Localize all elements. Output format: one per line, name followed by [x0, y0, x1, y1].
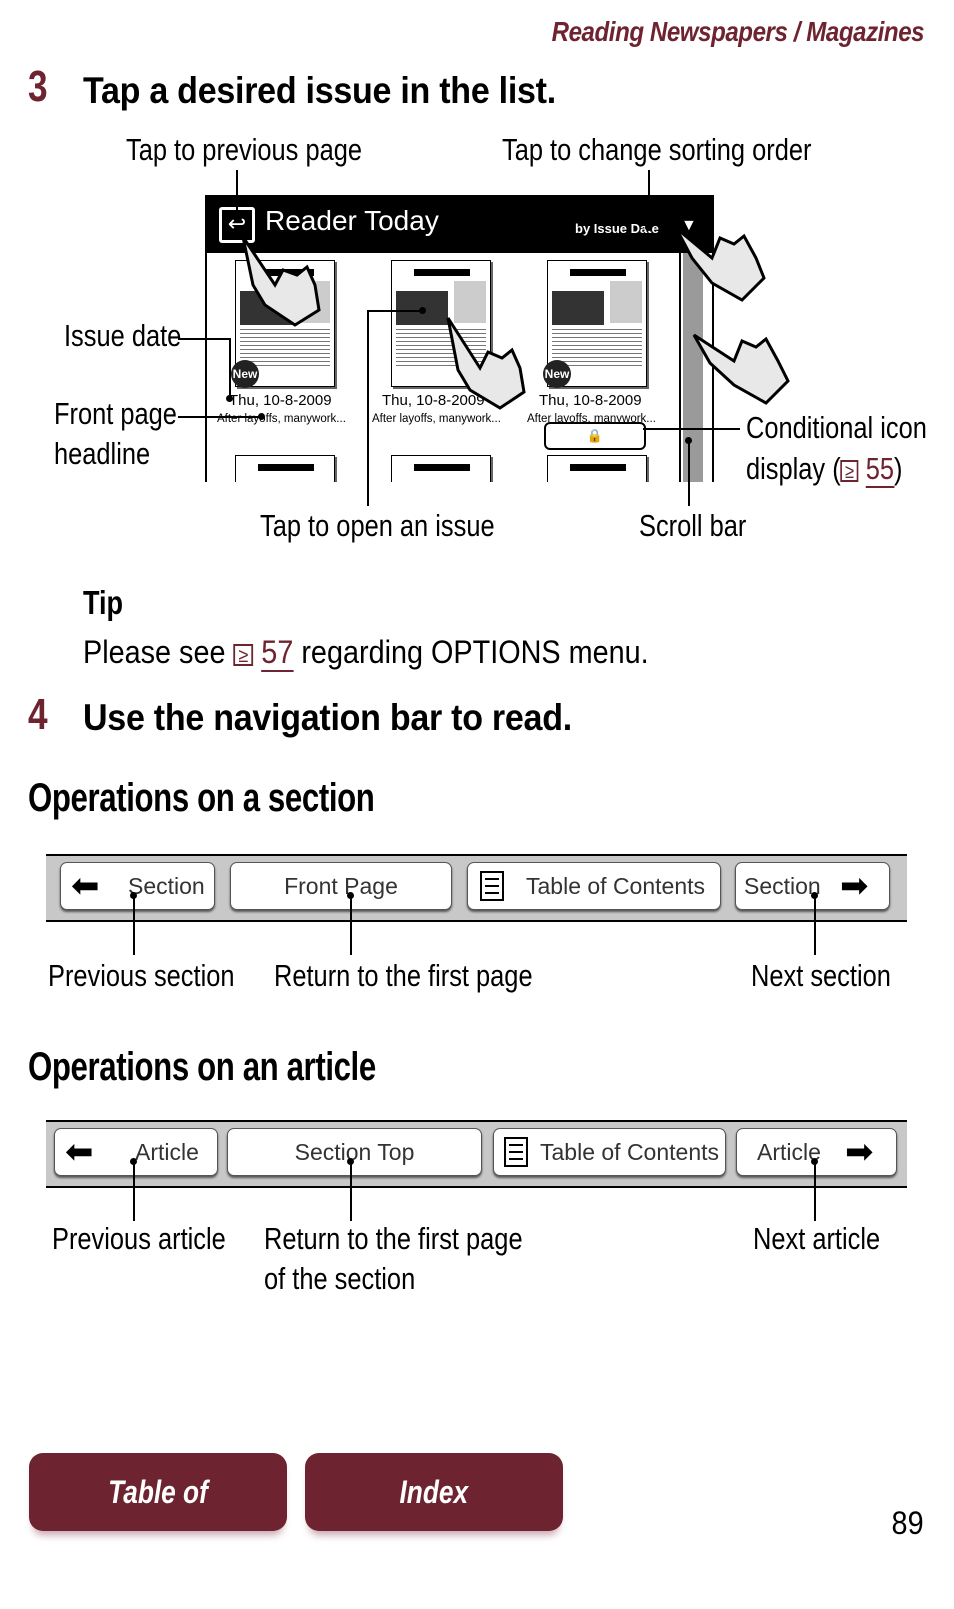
previous-section-button[interactable]: ⬅ Section	[60, 862, 215, 910]
callout-previous-article: Previous article	[52, 1221, 226, 1256]
hand-pointer-icon	[241, 236, 321, 327]
issue-headline: After layoffs, manywork...	[217, 413, 346, 425]
table-of-contents-button[interactable]: Table of Contents	[467, 862, 721, 910]
section-top-button[interactable]: Section Top	[227, 1128, 482, 1176]
arrow-right-icon: ➡	[840, 867, 869, 905]
callout-previous-page: Tap to previous page	[126, 132, 363, 167]
new-badge: New	[231, 360, 259, 388]
conditional-icon-display: 🔒	[544, 422, 646, 450]
index-link[interactable]: Index	[305, 1453, 563, 1531]
callout-conditional-display: display (≥ 55)	[746, 451, 903, 488]
tip-label: Tip	[83, 584, 124, 621]
issue-thumbnail[interactable]	[547, 455, 647, 482]
callout-front-page: Front page	[54, 396, 177, 431]
issue-thumbnail[interactable]	[391, 455, 491, 482]
new-badge: New	[543, 360, 571, 388]
table-of-contents-link[interactable]: Table of Contents	[29, 1453, 287, 1588]
callout-return-first-page: Return to the first page	[274, 958, 533, 993]
reference-icon: ≥	[233, 643, 254, 666]
table-of-contents-button[interactable]: Table of Contents	[493, 1128, 726, 1176]
callout-next-article: Next article	[753, 1221, 881, 1256]
callout-conditional-icon: Conditional icon	[746, 410, 927, 445]
callout-open-issue: Tap to open an issue	[260, 508, 495, 543]
callout-of-section: of the section	[264, 1261, 416, 1296]
callout-issue-date: Issue date	[64, 318, 182, 353]
issue-thumbnail[interactable]	[235, 455, 335, 482]
front-page-button[interactable]: Front Page	[230, 862, 452, 910]
step-title: Use the navigation bar to read.	[83, 697, 572, 738]
step-number: 4	[28, 690, 48, 739]
issue-date: Thu, 10-8-2009	[539, 392, 642, 409]
callout-sorting-order: Tap to change sorting order	[502, 132, 812, 167]
previous-article-button[interactable]: ⬅ Article	[54, 1128, 218, 1176]
arrow-right-icon: ➡	[845, 1133, 874, 1171]
chapter-title: Reading Newspapers / Magazines	[551, 16, 924, 47]
callout-next-section: Next section	[751, 958, 891, 993]
callout-previous-section: Previous section	[48, 958, 235, 993]
next-article-button[interactable]: Article ➡	[736, 1128, 897, 1176]
section-heading: Operations on a section	[28, 776, 375, 820]
arrow-left-icon: ⬅	[65, 1133, 94, 1171]
hand-pointer-icon	[692, 333, 790, 405]
issue-date: Thu, 10-8-2009	[229, 392, 332, 409]
callout-scroll-bar: Scroll bar	[639, 508, 747, 543]
article-navigation-bar: ⬅ Article Section Top Table of Contents …	[46, 1120, 907, 1188]
list-icon	[480, 871, 504, 901]
arrow-left-icon: ⬅	[71, 867, 100, 905]
list-icon	[504, 1137, 528, 1167]
section-navigation-bar: ⬅ Section Front Page Table of Contents S…	[46, 854, 907, 922]
hand-pointer-icon	[674, 226, 766, 302]
tip-text: Please see ≥ 57 regarding OPTIONS menu.	[83, 634, 649, 672]
step-title: Tap a desired issue in the list.	[83, 70, 556, 111]
page-link-55[interactable]: 55	[865, 451, 895, 488]
reference-icon: ≥	[840, 459, 859, 482]
callout-headline: headline	[54, 436, 151, 471]
article-heading: Operations on an article	[28, 1045, 376, 1089]
step-number: 3	[28, 62, 48, 111]
page-link-57[interactable]: 57	[261, 634, 294, 672]
lock-icon: 🔒	[586, 428, 604, 443]
next-section-button[interactable]: Section ➡	[735, 862, 890, 910]
page-number: 89	[891, 1505, 924, 1541]
hand-pointer-icon	[446, 317, 526, 410]
callout-return-first-page: Return to the first page	[264, 1221, 523, 1256]
